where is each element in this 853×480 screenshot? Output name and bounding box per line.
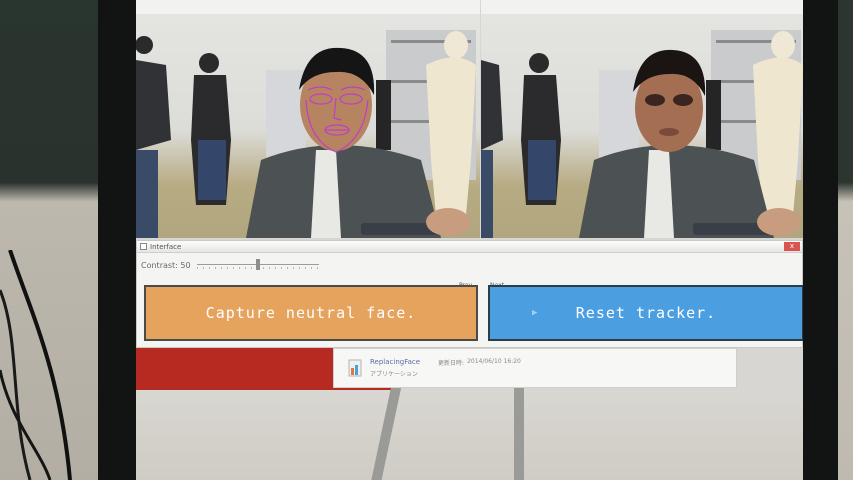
monitor-bezel-right [803,0,839,480]
reset-button-label: Reset tracker. [575,304,717,322]
background-wall-right [838,0,853,480]
file-type: アプリケーション [370,371,418,378]
desktop-background [136,390,803,480]
replaced-face-video-pane [481,0,803,238]
stand-leg [514,385,524,480]
file-info-text: ReplacingFace 更新日時: 2014/06/10 16:20 アプリ… [370,358,521,378]
cable [0,250,72,480]
contrast-slider[interactable] [196,259,319,271]
close-icon[interactable]: x [784,242,800,251]
modified-label: 更新日時: [438,360,465,367]
interface-window: Interface x Contrast: 50 Prev < Next > C… [136,240,803,348]
monitor-screen: Interface x Contrast: 50 Prev < Next > C… [136,0,803,480]
file-name: ReplacingFace [370,358,421,366]
modified-date: 2014/06/10 16:20 [467,358,521,365]
application-file-icon [348,359,362,377]
monitor-bezel-left [98,0,136,480]
reset-tracker-button[interactable]: ▶ Reset tracker. [488,285,803,341]
tracking-video-pane [136,0,480,238]
app-window-icon [140,243,147,250]
contrast-slider-thumb[interactable] [255,259,260,270]
replaced-face-video-frame [481,0,803,238]
contrast-label: Contrast: 50 [141,260,191,270]
interface-titlebar[interactable]: Interface [137,241,802,253]
capture-neutral-face-button[interactable]: Capture neutral face. [144,285,478,341]
contrast-control: Contrast: 50 [141,255,471,275]
interface-title: Interface [150,242,182,251]
tracking-video-frame [136,0,480,238]
play-icon: ▶ [532,308,539,318]
file-info-panel[interactable]: ReplacingFace 更新日時: 2014/06/10 16:20 アプリ… [333,348,737,388]
capture-button-label: Capture neutral face. [205,304,417,322]
